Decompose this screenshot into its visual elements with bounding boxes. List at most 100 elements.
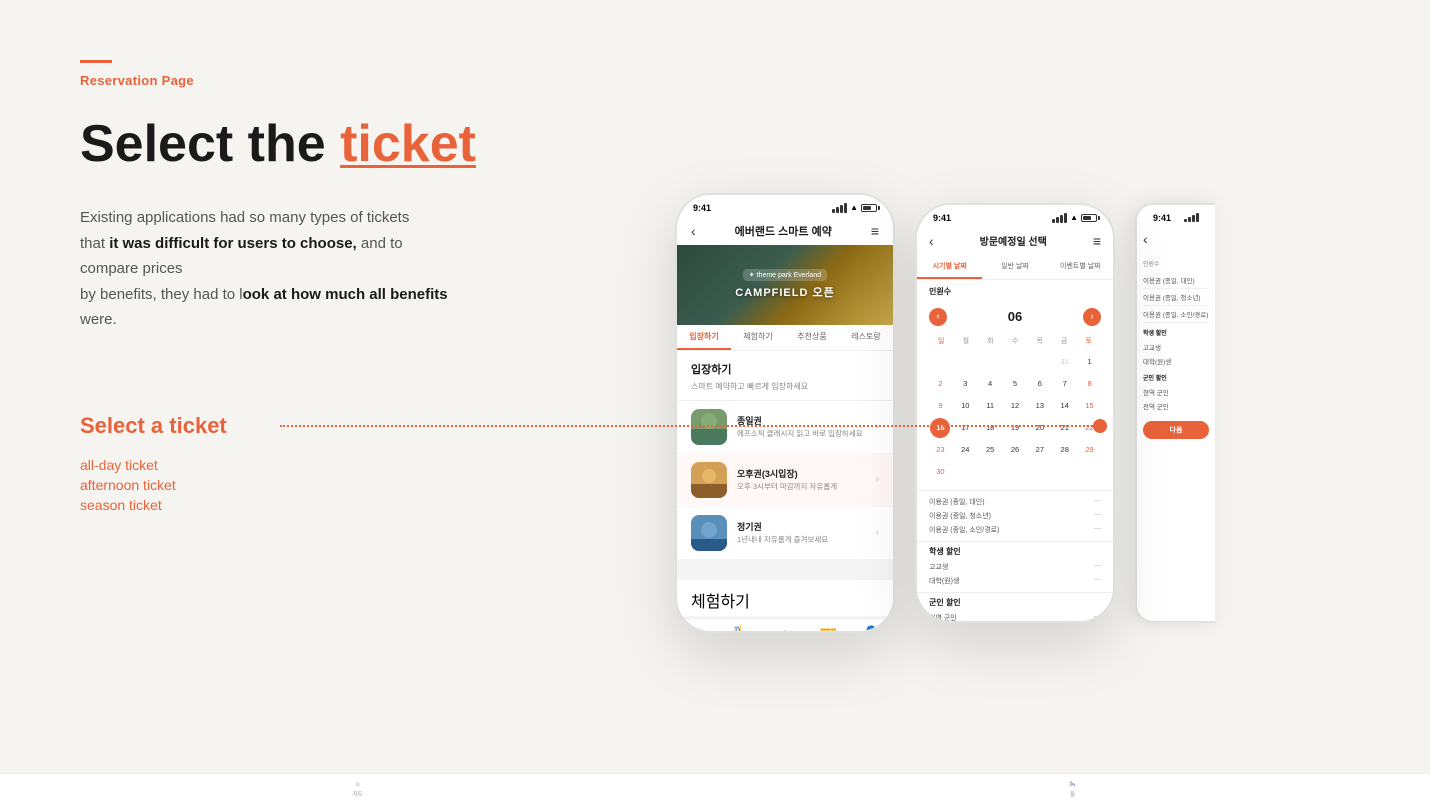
day-mon: 월 [954,334,979,348]
reservation-icon: 🎫 [819,625,836,633]
p3-back: ‹ [1137,227,1215,253]
time-2: 9:41 [933,213,951,223]
date-tabs: 시기별 날짜 일반 날짜 이벤트별 날짜 [917,255,1113,280]
ticket-item-3[interactable]: season ticket [80,497,500,513]
cal-day-20[interactable]: 20 [1030,418,1050,438]
date-tab-regular[interactable]: 일반 날짜 [982,255,1047,279]
bottom-nav-wait[interactable]: 🎠 둘서기 [720,625,763,633]
tab-item-restaurant[interactable]: 레스토랑 [839,325,893,350]
cal-day-10[interactable]: 10 [955,396,975,416]
cal-day-7[interactable]: 7 [1055,374,1075,394]
p3-content: 인원수 이용권 (종일, 대인) 이용권 (종일, 청소년) 이용권 (종일, … [1137,253,1215,451]
list-item-all-day[interactable]: 종일권 에프소픽 클래시지 읽고 바로 입장하세요 › [677,401,893,454]
spacer-1 [677,560,893,580]
cal-day-5[interactable]: 5 [1005,374,1025,394]
list-text-afternoon: 오후권(3시입장) 오후 3시부터 마감까지 자유롭게 [737,467,866,493]
cal-day-15[interactable]: 15 [1080,396,1100,416]
cal-day-29[interactable]: 29 [1080,440,1100,460]
menu-icon-2[interactable]: ≡ [1093,233,1101,249]
p3-row-1: 이용권 (종일, 대인) [1143,272,1209,289]
desc-line1: Existing applications had so many types … [80,209,409,226]
tab-item-products[interactable]: 추천상품 [785,325,839,350]
cal-day-13[interactable]: 13 [1030,396,1050,416]
date-tab-event[interactable]: 이벤트별 날짜 [1048,255,1113,279]
p3-orange-btn[interactable]: 다음 [1143,421,1209,439]
cal-day-8[interactable]: 8 [1080,374,1100,394]
hero-badge: ✦ theme park Everland [743,269,827,281]
phone2-nav: ‹ 방문예정일 선택 ≡ [917,227,1113,255]
cal-day-18[interactable]: 18 [980,418,1000,438]
cal-day-25[interactable]: 25 [980,440,1000,460]
cal-day-6[interactable]: 6 [1030,374,1050,394]
cal-day-30[interactable]: 30 [930,462,950,482]
bottom-nav-my[interactable]: 👤 MY [850,625,893,633]
signal-icon-2 [1052,213,1067,223]
status-bar-1: 9:41 ▲ [677,195,893,217]
p3-high: 고교생 [1143,340,1209,354]
back-icon-3[interactable]: ‹ [1143,231,1148,247]
bottom-nav-map[interactable]: ⊙ 지도 [677,625,720,633]
cal-day-12[interactable]: 12 [1005,396,1025,416]
section-header-1: 입장하기 [677,351,893,381]
thumb-afternoon [691,462,727,498]
cal-month: 06 [1008,309,1022,324]
list-item-season[interactable]: 정기권 1년내내 자유롭게 즐겨보세요 › [677,507,893,560]
cal-day-23[interactable]: 23 [930,440,950,460]
student-discount-label: 학생 할인 [929,546,1101,557]
military-discount-section: 군인 할인 현역 군인— 전역 군인— [917,592,1113,623]
cal-day-28[interactable]: 28 [1055,440,1075,460]
bottom-nav-home[interactable]: ⌂ 홈 [763,625,806,633]
ticket-section-title: Select a ticket [80,413,500,439]
wifi-icon-2: ▲ [1070,213,1078,222]
cal-day-27[interactable]: 27 [1030,440,1050,460]
list-item-afternoon[interactable]: 오후권(3시입장) 오후 3시부터 마감까지 자유롭게 › [677,454,893,507]
back-button-2[interactable]: ‹ [929,233,934,249]
status-icons-3 [1184,213,1199,222]
cal-day-26[interactable]: 26 [1005,440,1025,460]
wifi-icon: ▲ [850,203,858,212]
cal-prev-btn[interactable]: ‹ [929,308,947,326]
cal-day-31[interactable]: 31 [1055,352,1075,372]
p3-subtitle: 인원수 [1143,259,1209,268]
ticket-list: all-day ticket afternoon ticket season t… [80,457,500,513]
menu-icon-1[interactable]: ≡ [871,223,879,239]
home-icon: ⌂ [781,625,789,633]
list-title-season: 정기권 [737,520,866,533]
cal-day-16-today[interactable]: 16 [930,418,950,438]
cal-day-19[interactable]: 19 [1005,418,1025,438]
cal-day-17[interactable]: 17 [955,418,975,438]
left-content: Reservation Page Select the ticket Exist… [80,60,500,745]
cal-day-2[interactable]: 2 [930,374,950,394]
cal-empty-5 [1030,352,1050,372]
student-college: 대학(원)생— [929,574,1101,588]
ticket-item-1[interactable]: all-day ticket [80,457,500,473]
dotted-connector-line [280,425,1100,427]
cal-next-btn[interactable]: › [1083,308,1101,326]
cal-empty-3 [980,352,1000,372]
wait-icon: 🎠 [733,625,750,633]
cal-days-header: 일 월 화 수 목 금 토 [929,334,1101,348]
cal-day-1[interactable]: 1 [1080,352,1100,372]
date-tab-period[interactable]: 시기별 날짜 [917,255,982,279]
list-desc-all-day: 에프소픽 클래시지 읽고 바로 입장하세요 [737,429,866,440]
cal-day-9[interactable]: 9 [930,396,950,416]
ticket-section: Select a ticket all-day ticket afternoon… [80,413,500,513]
cal-day-24[interactable]: 24 [955,440,975,460]
tab-item-experience[interactable]: 체험하기 [731,325,785,350]
tab-item-admission[interactable]: 입장하기 [677,325,731,350]
cal-day-3[interactable]: 3 [955,374,975,394]
section-label: Reservation Page [80,73,500,88]
bottom-nav-reservation[interactable]: 🎫 예매 [807,625,850,633]
ticket-item-2[interactable]: afternoon ticket [80,477,500,493]
phones-area: 9:41 ▲ ‹ 에버랜드 스마트 예약 [540,60,1350,745]
day-tue: 화 [978,334,1003,348]
cal-day-4[interactable]: 4 [980,374,1000,394]
cal-day-21[interactable]: 21 [1055,418,1075,438]
thumb-season [691,515,727,551]
cal-day-11[interactable]: 11 [980,396,1000,416]
phone-mockup-1: 9:41 ▲ ‹ 에버랜드 스마트 예약 [675,193,895,633]
nav-title-1: 에버랜드 스마트 예약 [735,223,832,239]
status-bar-3: 9:41 [1137,205,1215,227]
cal-day-14[interactable]: 14 [1055,396,1075,416]
back-button-1[interactable]: ‹ [691,223,696,239]
